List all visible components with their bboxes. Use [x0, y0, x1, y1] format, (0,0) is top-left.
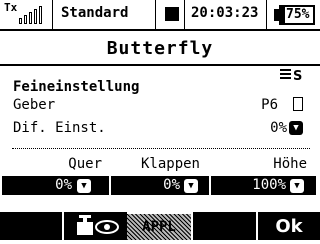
section-heading: Feineinstellung [13, 79, 140, 95]
geber-value[interactable]: P6 [230, 97, 278, 113]
model-name: Standard [61, 5, 129, 21]
status-bar: Tx Standard 20:03:23 75% [0, 0, 320, 31]
control-box-icon[interactable] [293, 97, 303, 111]
divider [52, 0, 53, 29]
quer-value[interactable]: 0% [40, 177, 72, 193]
stop-icon [165, 7, 179, 21]
svg-text:S: S [293, 69, 302, 82]
geber-label: Geber [13, 97, 56, 113]
softkey-1[interactable] [0, 212, 62, 240]
divider [209, 176, 211, 195]
tx-indicator: Tx [4, 2, 17, 13]
dif-einst-label: Dif. Einst. [13, 120, 106, 136]
title-divider [0, 64, 320, 66]
hoehe-dropdown-icon[interactable]: ▼ [290, 179, 304, 193]
softkey-4[interactable] [193, 212, 256, 240]
divider [109, 176, 111, 195]
ok-label: Ok [275, 216, 303, 237]
dif-einst-dropdown-icon[interactable]: ▼ [289, 121, 303, 135]
quer-header: Quer [68, 156, 102, 172]
divider [266, 0, 267, 29]
status-divider [0, 29, 320, 31]
switch-s-icon[interactable]: S [280, 68, 306, 86]
clock: 20:03:23 [191, 5, 259, 21]
battery-percent: 75% [286, 7, 310, 22]
tx-label: Tx [4, 1, 18, 14]
divider [12, 148, 310, 149]
page-title: Butterfly [106, 38, 214, 59]
klappen-value[interactable]: 0% [150, 177, 180, 193]
dif-einst-value[interactable]: 0% [250, 120, 287, 136]
signal-strength-icon [19, 6, 43, 24]
model-eye-icon [64, 212, 127, 240]
battery-fill [281, 7, 285, 23]
klappen-header: Klappen [140, 156, 200, 172]
hoehe-value[interactable]: 100% [236, 177, 286, 193]
hoehe-header: Höhe [273, 156, 307, 172]
divider [155, 0, 156, 29]
quer-dropdown-icon[interactable]: ▼ [77, 179, 91, 193]
klappen-dropdown-icon[interactable]: ▼ [184, 179, 198, 193]
divider [184, 0, 185, 29]
appl-label: APPL [142, 219, 176, 235]
